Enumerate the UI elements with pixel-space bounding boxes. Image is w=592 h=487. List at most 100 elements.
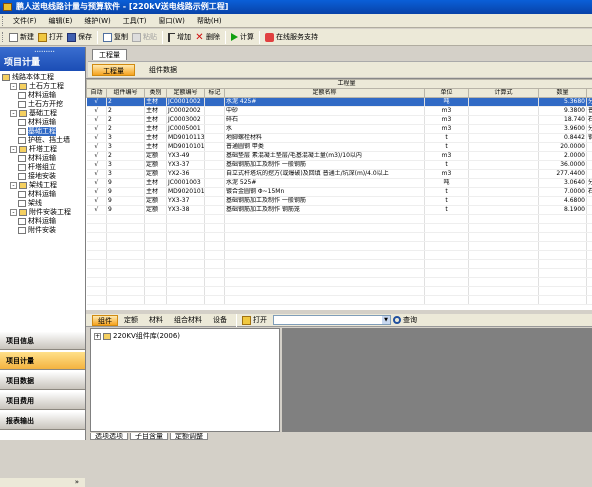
cell-mark[interactable] bbox=[205, 152, 225, 161]
cell-unit[interactable]: t bbox=[425, 134, 469, 143]
cell-code[interactable]: YX3-37 bbox=[167, 161, 205, 170]
cell-qty[interactable]: 18.740 bbox=[539, 116, 587, 125]
cell-unit[interactable]: m3 bbox=[425, 107, 469, 116]
cell-qty[interactable]: 2.0000 bbox=[539, 152, 587, 161]
cell-unit[interactable]: m3 bbox=[425, 125, 469, 134]
cell-code[interactable]: JC0002002 bbox=[167, 107, 205, 116]
table-row[interactable]: √9主材MD9020101镀合金圆钢 Φ~15Mnt7.0000石 bbox=[87, 188, 592, 197]
cell-auto[interactable]: √ bbox=[87, 107, 107, 116]
cell-auto[interactable]: √ bbox=[87, 125, 107, 134]
cell-qty[interactable]: 0.8442 bbox=[539, 134, 587, 143]
collapse-minus-icon[interactable]: - bbox=[10, 209, 17, 216]
cell-comp[interactable]: 3 bbox=[107, 161, 145, 170]
nav-more-button[interactable]: » bbox=[0, 478, 85, 487]
footer-tab-sub-content[interactable]: 子目含量 bbox=[130, 433, 168, 440]
cell-extra[interactable]: 分 bbox=[587, 98, 592, 107]
cell-code[interactable]: YX2-36 bbox=[167, 170, 205, 179]
cell-cat[interactable]: 定额 bbox=[145, 161, 167, 170]
cell-name[interactable]: 基础钢筋加工及制作 一般钢筋 bbox=[225, 197, 425, 206]
cell-qty[interactable]: 3.9600 bbox=[539, 125, 587, 134]
cell-comp[interactable]: 2 bbox=[107, 98, 145, 107]
table-row[interactable]: √2定额YX3-49基础垫层 素混凝土垫层/毛基混凝土量(m3)/10以内m32… bbox=[87, 152, 592, 161]
cell-name[interactable]: 水泥 425# bbox=[225, 98, 425, 107]
cell-comp[interactable]: 3 bbox=[107, 134, 145, 143]
table-row[interactable]: √2主材JC0001002水泥 425#吨5.3680分 bbox=[87, 98, 592, 107]
column-header[interactable]: 单位 bbox=[425, 89, 469, 98]
cell-auto[interactable]: √ bbox=[87, 143, 107, 152]
cell-unit[interactable]: 吨 bbox=[425, 98, 469, 107]
cell-mark[interactable] bbox=[205, 143, 225, 152]
cell-name[interactable]: 地脚螺栓材料 bbox=[225, 134, 425, 143]
column-header[interactable]: 标记 bbox=[205, 89, 225, 98]
cell-comp[interactable]: 3 bbox=[107, 170, 145, 179]
cell-mark[interactable] bbox=[205, 170, 225, 179]
tree-node[interactable]: 接地安装 bbox=[18, 172, 56, 181]
cell-unit[interactable]: m3 bbox=[425, 152, 469, 161]
cell-extra[interactable] bbox=[587, 206, 592, 215]
column-header[interactable]: 定额名称 bbox=[225, 89, 425, 98]
table-row[interactable]: √3主材MD9010113 地脚螺栓材料t 0.8442钢 bbox=[87, 134, 592, 143]
cell-code[interactable]: MD9020101 bbox=[167, 188, 205, 197]
tree-node[interactable]: 材料运输 bbox=[18, 154, 56, 163]
cell-mark[interactable] bbox=[205, 161, 225, 170]
cell-qty[interactable]: 4.6800 bbox=[539, 197, 587, 206]
cell-formula[interactable] bbox=[469, 152, 539, 161]
column-header[interactable]: 数量 bbox=[539, 89, 587, 98]
nav-button[interactable]: 项目数据 bbox=[0, 371, 85, 390]
cell-formula[interactable] bbox=[469, 197, 539, 206]
nav-button[interactable]: 项目费用 bbox=[0, 391, 85, 410]
cell-comp[interactable]: 9 bbox=[107, 197, 145, 206]
collapse-minus-icon[interactable]: - bbox=[10, 83, 17, 90]
collapse-minus-icon[interactable]: - bbox=[10, 110, 17, 117]
cell-name[interactable]: 碎石 bbox=[225, 116, 425, 125]
delete-button[interactable]: ✕删除 bbox=[193, 30, 222, 45]
cell-qty[interactable]: 8.1900 bbox=[539, 206, 587, 215]
tree-node[interactable]: -土石方工程 bbox=[10, 82, 64, 91]
library-tab-combined-material[interactable]: 组合材料 bbox=[169, 315, 207, 326]
cell-formula[interactable] bbox=[469, 125, 539, 134]
cell-name[interactable]: 普通圆钢 甲类 bbox=[225, 143, 425, 152]
cell-formula[interactable] bbox=[469, 116, 539, 125]
cell-name[interactable]: 水泥 525# bbox=[225, 179, 425, 188]
query-button[interactable]: 查询 bbox=[391, 313, 419, 328]
cell-mark[interactable] bbox=[205, 125, 225, 134]
online-support-button[interactable]: 在线服务支持 bbox=[263, 30, 320, 45]
menu-edit[interactable]: 编辑(E) bbox=[43, 14, 79, 28]
menu-maintain[interactable]: 维护(W) bbox=[78, 14, 116, 28]
cell-code[interactable]: MD9010113 bbox=[167, 134, 205, 143]
table-row[interactable]: √9主材JC0001003水泥 525#吨3.0640分 bbox=[87, 179, 592, 188]
table-row[interactable]: √9定额YX3-37基础钢筋加工及制作 一般钢筋t4.6800 bbox=[87, 197, 592, 206]
cell-code[interactable]: JC0001002 bbox=[167, 98, 205, 107]
cell-cat[interactable]: 主材 bbox=[145, 107, 167, 116]
cell-auto[interactable]: √ bbox=[87, 134, 107, 143]
column-header[interactable]: 自动 bbox=[87, 89, 107, 98]
cell-name[interactable]: 基础钢筋加工及制作 一般钢筋 bbox=[225, 161, 425, 170]
save-button[interactable]: 保存 bbox=[65, 30, 94, 45]
collapse-minus-icon[interactable]: - bbox=[10, 182, 17, 189]
tree-node[interactable]: 材料运输 bbox=[18, 190, 56, 199]
table-row[interactable]: √3定额YX3-37基础钢筋加工及制作 一般钢筋t36.0000 bbox=[87, 161, 592, 170]
subtab-component-data[interactable]: 组件数据 bbox=[139, 64, 187, 76]
cell-qty[interactable]: 277.4400 bbox=[539, 170, 587, 179]
cell-code[interactable]: MD9010101 bbox=[167, 143, 205, 152]
cell-unit[interactable]: t bbox=[425, 143, 469, 152]
tree-node[interactable]: 架线 bbox=[18, 199, 42, 208]
cell-formula[interactable] bbox=[469, 143, 539, 152]
cell-extra[interactable]: 分 bbox=[587, 125, 592, 134]
cell-mark[interactable] bbox=[205, 188, 225, 197]
cell-qty[interactable]: 20.0000 bbox=[539, 143, 587, 152]
cell-comp[interactable]: 9 bbox=[107, 188, 145, 197]
library-tab-material[interactable]: 材料 bbox=[144, 315, 168, 326]
cell-extra[interactable]: 钢 bbox=[587, 134, 592, 143]
cell-cat[interactable]: 主材 bbox=[145, 134, 167, 143]
cell-cat[interactable]: 主材 bbox=[145, 179, 167, 188]
cell-auto[interactable]: √ bbox=[87, 206, 107, 215]
cell-mark[interactable] bbox=[205, 134, 225, 143]
cell-cat[interactable]: 主材 bbox=[145, 98, 167, 107]
cell-comp[interactable]: 2 bbox=[107, 152, 145, 161]
cell-extra[interactable] bbox=[587, 152, 592, 161]
cell-extra[interactable]: 分 bbox=[587, 179, 592, 188]
tree-node[interactable]: 线路本体工程 bbox=[2, 73, 54, 82]
library-open-button[interactable]: 打开 bbox=[240, 313, 269, 328]
cell-mark[interactable] bbox=[205, 116, 225, 125]
